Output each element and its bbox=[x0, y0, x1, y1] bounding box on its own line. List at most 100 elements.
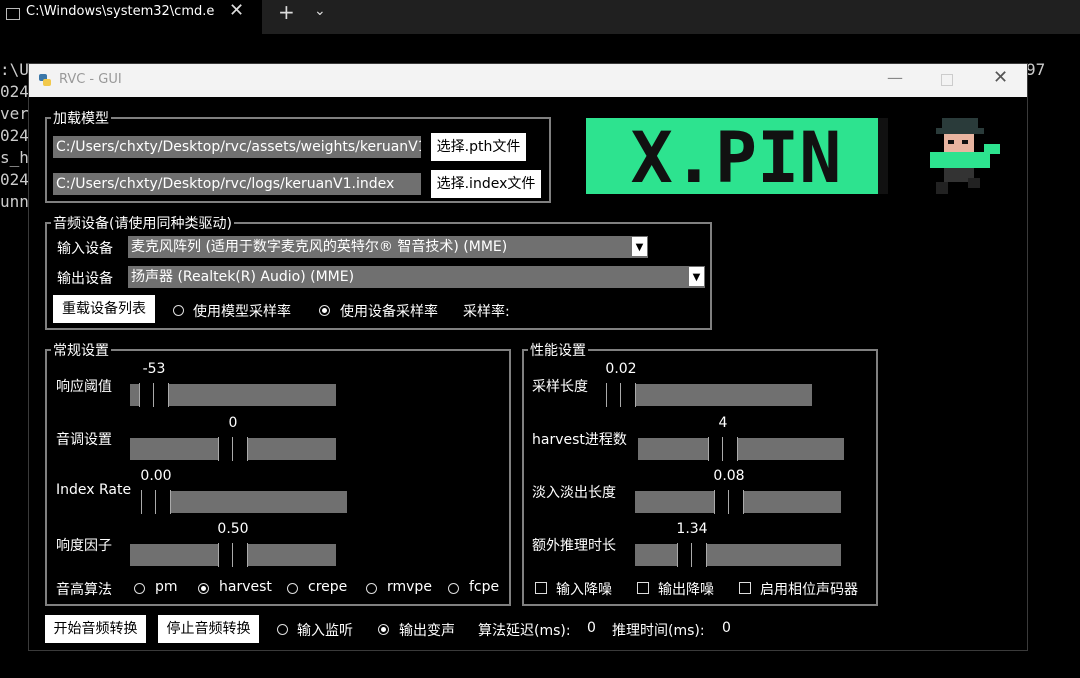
terminal-tab[interactable]: C:\Windows\system32\cmd.e ✕ bbox=[0, 0, 262, 34]
title-bar[interactable]: RVC - GUI — ✕ bbox=[29, 64, 1027, 97]
terminal-tab-bar: C:\Windows\system32\cmd.e ✕ + ⌄ bbox=[0, 0, 1080, 34]
slider-value: 4 bbox=[718, 415, 728, 431]
index-rate-label: Index Rate bbox=[56, 482, 132, 498]
input-device-select[interactable]: 麦克风阵列 (适用于数字麦克风的英特尔® 智音技术) (MME) ▼ bbox=[128, 236, 648, 258]
slider-track[interactable] bbox=[606, 384, 812, 406]
general-settings-legend: 常规设置 bbox=[53, 343, 109, 359]
use-model-sr-label: 使用模型采样率 bbox=[193, 304, 291, 320]
block-time-label: 采样长度 bbox=[532, 379, 588, 395]
slider-value: 0 bbox=[228, 415, 238, 431]
chevron-down-icon[interactable]: ▼ bbox=[632, 237, 647, 256]
select-pth-button[interactable]: 选择.pth文件 bbox=[431, 133, 526, 161]
input-monitor-label: 输入监听 bbox=[297, 623, 353, 639]
slider-thumb[interactable] bbox=[677, 543, 707, 567]
performance-settings-legend: 性能设置 bbox=[530, 343, 586, 359]
terminal-line: s_h bbox=[0, 148, 29, 167]
start-conversion-button[interactable]: 开始音频转换 bbox=[45, 615, 146, 643]
output-device-select[interactable]: 扬声器 (Realtek(R) Audio) (MME) ▼ bbox=[128, 266, 705, 288]
f0-harvest-radio[interactable] bbox=[198, 583, 209, 594]
phase-vocoder-label: 启用相位声码器 bbox=[760, 582, 858, 598]
f0-harvest-label: harvest bbox=[219, 579, 272, 595]
terminal-line: 024 bbox=[0, 170, 29, 189]
terminal-tab-title: C:\Windows\system32\cmd.e bbox=[26, 4, 215, 19]
slider-value: 1.34 bbox=[676, 521, 708, 537]
general-settings-group: 常规设置 bbox=[45, 340, 511, 606]
slider-thumb[interactable] bbox=[714, 490, 744, 514]
threshold-label: 响应阈值 bbox=[56, 379, 112, 395]
f0-fcpe-radio[interactable] bbox=[448, 583, 459, 594]
use-device-sr-label: 使用设备采样率 bbox=[340, 304, 438, 320]
use-device-sr-radio[interactable] bbox=[319, 305, 330, 316]
delay-value: 0 bbox=[587, 620, 596, 636]
crossfade-label: 淡入淡出长度 bbox=[532, 485, 616, 501]
output-voice-radio[interactable] bbox=[378, 624, 389, 635]
chevron-down-icon[interactable]: ⌄ bbox=[314, 3, 326, 19]
terminal-line: 024 bbox=[0, 126, 29, 145]
chevron-down-icon[interactable]: ▼ bbox=[689, 267, 704, 286]
slider-thumb[interactable] bbox=[141, 490, 171, 514]
close-window-icon[interactable]: ✕ bbox=[993, 67, 1008, 88]
infer-time-value: 0 bbox=[722, 620, 731, 636]
audio-device-legend: 音频设备(请使用同种类驱动) bbox=[53, 216, 232, 232]
use-model-sr-radio[interactable] bbox=[173, 305, 184, 316]
harvest-cpu-label: harvest进程数 bbox=[532, 432, 627, 448]
stop-conversion-button[interactable]: 停止音频转换 bbox=[158, 615, 259, 643]
slider-value: 0.02 bbox=[605, 361, 637, 377]
f0-method-label: 音高算法 bbox=[56, 582, 112, 598]
output-denoise-checkbox[interactable] bbox=[637, 582, 649, 594]
output-device-value: 扬声器 (Realtek(R) Audio) (MME) bbox=[131, 269, 355, 285]
slider-track[interactable] bbox=[141, 491, 347, 513]
logo-text: X.PIN bbox=[631, 117, 842, 196]
output-device-label: 输出设备 bbox=[57, 271, 113, 287]
extra-time-label: 额外推理时长 bbox=[532, 538, 616, 554]
load-model-legend: 加载模型 bbox=[53, 111, 109, 127]
f0-crepe-radio[interactable] bbox=[287, 583, 298, 594]
infer-time-label: 推理时间(ms): bbox=[612, 623, 705, 639]
slider-value: 0.00 bbox=[140, 468, 172, 484]
output-voice-label: 输出变声 bbox=[399, 623, 455, 639]
index-path-input[interactable]: C:/Users/chxty/Desktop/rvc/logs/keruanV1… bbox=[53, 173, 421, 195]
new-tab-icon[interactable]: + bbox=[278, 0, 295, 24]
python-icon bbox=[39, 74, 51, 86]
terminal-line: ver bbox=[0, 104, 29, 123]
slider-value: -53 bbox=[142, 361, 166, 377]
terminal-line-tail: 97 bbox=[1026, 60, 1046, 79]
slider-thumb[interactable] bbox=[708, 437, 738, 461]
f0-pm-radio[interactable] bbox=[134, 583, 145, 594]
sample-rate-label: 采样率: bbox=[463, 304, 510, 320]
input-denoise-label: 输入降噪 bbox=[556, 582, 612, 598]
input-device-value: 麦克风阵列 (适用于数字麦克风的英特尔® 智音技术) (MME) bbox=[131, 239, 508, 255]
input-device-label: 输入设备 bbox=[57, 241, 113, 257]
terminal-line: :\U bbox=[0, 60, 29, 79]
delay-label: 算法延迟(ms): bbox=[478, 623, 571, 639]
pth-path-input[interactable]: C:/Users/chxty/Desktop/rvc/assets/weight… bbox=[53, 136, 421, 158]
terminal-line: unn bbox=[0, 192, 29, 211]
terminal-icon bbox=[6, 8, 20, 20]
slider-track[interactable] bbox=[635, 544, 841, 566]
f0-crepe-label: crepe bbox=[308, 579, 348, 595]
maximize-icon[interactable] bbox=[941, 74, 953, 86]
window-title: RVC - GUI bbox=[59, 72, 122, 87]
output-denoise-label: 输出降噪 bbox=[658, 582, 714, 598]
mascot-icon bbox=[930, 118, 1000, 194]
slider-value: 0.50 bbox=[217, 521, 249, 537]
terminal-line: 024 bbox=[0, 82, 29, 101]
logo-banner: X.PIN bbox=[586, 117, 888, 196]
input-denoise-checkbox[interactable] bbox=[535, 582, 547, 594]
close-tab-icon[interactable]: ✕ bbox=[229, 0, 244, 21]
slider-thumb[interactable] bbox=[218, 543, 248, 567]
input-monitor-radio[interactable] bbox=[277, 624, 288, 635]
slider-value: 0.08 bbox=[713, 468, 745, 484]
slider-thumb[interactable] bbox=[139, 383, 169, 407]
reload-devices-button[interactable]: 重载设备列表 bbox=[53, 295, 155, 323]
f0-rmvpe-radio[interactable] bbox=[366, 583, 377, 594]
select-index-button[interactable]: 选择.index文件 bbox=[431, 170, 541, 198]
f0-rmvpe-label: rmvpe bbox=[387, 579, 432, 595]
slider-track[interactable] bbox=[638, 438, 844, 460]
minimize-icon[interactable]: — bbox=[887, 68, 903, 87]
rvc-window: RVC - GUI — ✕ 加载模型 C:/Users/chxty/Deskto… bbox=[28, 63, 1028, 651]
pitch-label: 音调设置 bbox=[56, 432, 112, 448]
slider-thumb[interactable] bbox=[218, 437, 248, 461]
slider-thumb[interactable] bbox=[606, 383, 636, 407]
phase-vocoder-checkbox[interactable] bbox=[739, 582, 751, 594]
